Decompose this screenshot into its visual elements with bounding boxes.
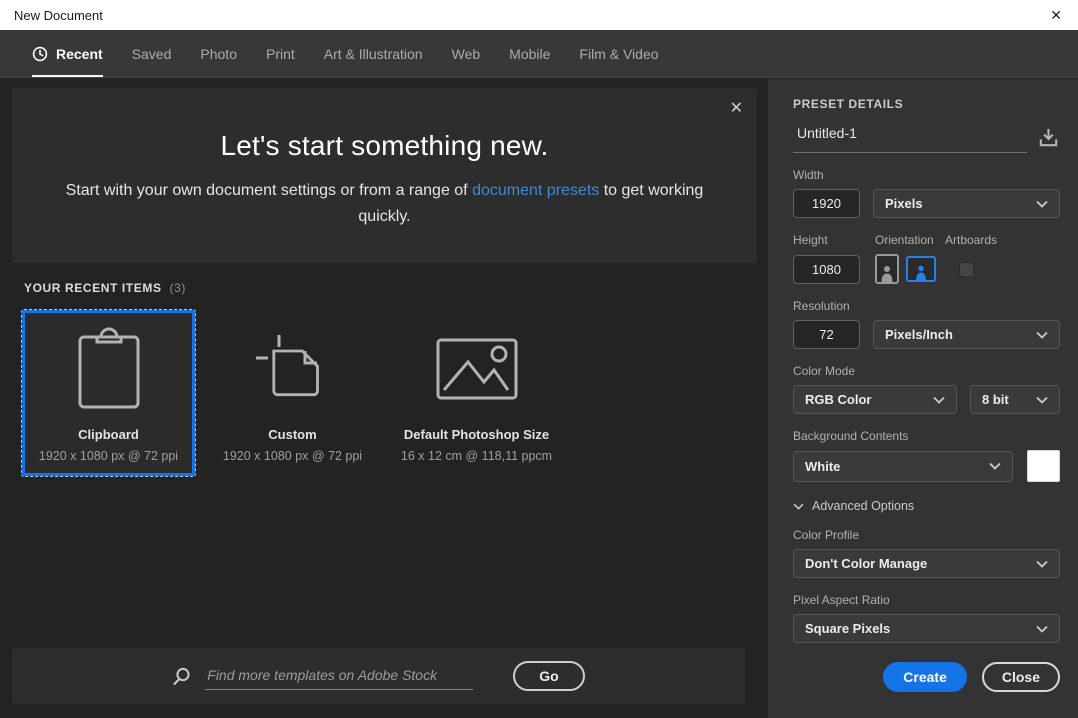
- recent-items-heading-text: YOUR RECENT ITEMS: [24, 281, 162, 295]
- artboards-label: Artboards: [945, 233, 998, 247]
- image-icon: [436, 313, 518, 425]
- background-contents-value: White: [805, 458, 841, 474]
- chevron-down-icon: [1036, 625, 1048, 633]
- clipboard-icon: [76, 313, 142, 425]
- landscape-person-icon: [916, 265, 926, 280]
- tab-mobile[interactable]: Mobile: [509, 30, 550, 77]
- tab-label: Web: [451, 45, 481, 62]
- stock-search-input[interactable]: [205, 662, 474, 690]
- recent-items-count: (3): [169, 281, 186, 295]
- recent-item-name: Clipboard: [78, 427, 139, 442]
- tab-label: Photo: [200, 45, 237, 62]
- window-titlebar: New Document ✕: [0, 0, 1078, 30]
- chevron-down-icon: [989, 462, 1001, 470]
- tab-web[interactable]: Web: [452, 30, 481, 77]
- color-mode-label: Color Mode: [793, 364, 856, 378]
- orientation-label: Orientation: [875, 233, 934, 247]
- tab-photo[interactable]: Photo: [200, 30, 237, 77]
- color-mode-dropdown[interactable]: RGB Color: [793, 385, 957, 414]
- tab-bar: Recent Saved Photo Print Art & Illustrat…: [0, 30, 1078, 78]
- pixel-aspect-ratio-label: Pixel Aspect Ratio: [793, 593, 890, 607]
- background-color-swatch[interactable]: [1027, 450, 1060, 482]
- recent-item-dims: 1920 x 1080 px @ 72 ppi: [38, 449, 179, 463]
- chevron-down-icon: [1036, 331, 1048, 339]
- resolution-label: Resolution: [793, 299, 850, 313]
- hero-subtitle-text: Start with your own document settings or…: [65, 182, 473, 199]
- pixel-aspect-ratio-dropdown[interactable]: Square Pixels: [793, 614, 1060, 643]
- resolution-input[interactable]: [793, 320, 860, 349]
- color-mode-value: RGB Color: [805, 392, 872, 407]
- recent-item-default-photoshop-size[interactable]: Default Photoshop Size 16 x 12 cm @ 118,…: [390, 310, 563, 476]
- search-icon: [172, 667, 191, 686]
- height-label: Height: [793, 233, 828, 247]
- tab-recent[interactable]: Recent: [32, 30, 103, 77]
- tab-print[interactable]: Print: [266, 30, 295, 77]
- hero-close-icon[interactable]: ✕: [730, 101, 743, 117]
- recent-item-name: Default Photoshop Size: [403, 427, 550, 442]
- go-button[interactable]: Go: [513, 661, 585, 691]
- resolution-unit-dropdown[interactable]: Pixels/Inch: [873, 320, 1060, 349]
- bit-depth-dropdown[interactable]: 8 bit: [970, 385, 1060, 414]
- preset-details-heading: PRESET DETAILS: [793, 97, 904, 111]
- tab-art-illustration[interactable]: Art & Illustration: [324, 30, 423, 77]
- width-unit-value: Pixels: [885, 196, 923, 211]
- recent-items-list: Clipboard 1920 x 1080 px @ 72 ppi Custom…: [21, 309, 563, 477]
- color-profile-value: Don't Color Manage: [805, 556, 928, 571]
- background-contents-label: Background Contents: [793, 429, 909, 443]
- chevron-down-icon: [933, 396, 945, 404]
- recent-item-dims: 1920 x 1080 px @ 72 ppi: [222, 449, 363, 463]
- recent-item-name: Custom: [268, 427, 317, 442]
- resolution-unit-value: Pixels/Inch: [885, 327, 953, 342]
- recent-item-custom[interactable]: Custom 1920 x 1080 px @ 72 ppi: [206, 310, 379, 476]
- hero-title: Let's start something new.: [220, 130, 549, 161]
- color-profile-label: Color Profile: [793, 528, 860, 542]
- background-contents-dropdown[interactable]: White: [793, 450, 1013, 482]
- custom-document-icon: [255, 313, 331, 425]
- orientation-portrait-button[interactable]: [875, 254, 899, 284]
- advanced-options-label: Advanced Options: [812, 499, 915, 513]
- hero-banner: ✕ Let's start something new. Start with …: [12, 88, 757, 263]
- create-button[interactable]: Create: [883, 662, 967, 692]
- window-title: New Document: [14, 7, 103, 23]
- main-area: ✕ Let's start something new. Start with …: [0, 79, 768, 718]
- document-presets-link[interactable]: document presets: [472, 182, 599, 199]
- portrait-person-icon: [881, 266, 893, 282]
- tab-label: Art & Illustration: [323, 45, 423, 62]
- tab-saved[interactable]: Saved: [132, 30, 172, 77]
- tab-label: Film & Video: [579, 45, 659, 62]
- document-name-input[interactable]: [797, 125, 1027, 141]
- tab-label: Saved: [131, 45, 172, 62]
- chevron-down-icon: [1036, 560, 1048, 568]
- chevron-down-icon: [793, 503, 804, 510]
- advanced-options-toggle[interactable]: Advanced Options: [793, 499, 1060, 513]
- close-button[interactable]: Close: [981, 662, 1060, 692]
- tab-film-video[interactable]: Film & Video: [579, 30, 658, 77]
- tab-label: Recent: [56, 45, 103, 62]
- orientation-landscape-button[interactable]: [906, 256, 936, 282]
- clock-icon: [32, 46, 48, 62]
- recent-item-dims: 16 x 12 cm @ 118,11 ppcm: [400, 449, 553, 463]
- adobe-stock-search-bar: Go: [12, 648, 745, 704]
- bit-depth-value: 8 bit: [982, 392, 1009, 407]
- width-input[interactable]: [793, 189, 860, 218]
- color-profile-dropdown[interactable]: Don't Color Manage: [793, 549, 1060, 578]
- chevron-down-icon: [1036, 396, 1048, 404]
- width-unit-dropdown[interactable]: Pixels: [873, 189, 1060, 218]
- artboards-checkbox[interactable]: [959, 261, 974, 277]
- preset-details-panel: PRESET DETAILS Width Pixels Height Orien…: [768, 79, 1078, 718]
- save-preset-icon[interactable]: [1037, 126, 1060, 153]
- height-input[interactable]: [793, 254, 860, 284]
- window-close-icon[interactable]: ✕: [1046, 6, 1066, 24]
- tab-label: Mobile: [509, 45, 551, 62]
- width-label: Width: [793, 168, 824, 182]
- tab-label: Print: [265, 45, 295, 62]
- chevron-down-icon: [1036, 200, 1048, 208]
- hero-subtitle: Start with your own document settings or…: [60, 178, 710, 231]
- pixel-aspect-ratio-value: Square Pixels: [805, 621, 891, 636]
- recent-item-clipboard[interactable]: Clipboard 1920 x 1080 px @ 72 ppi: [21, 309, 196, 477]
- recent-items-heading: YOUR RECENT ITEMS (3): [24, 281, 186, 295]
